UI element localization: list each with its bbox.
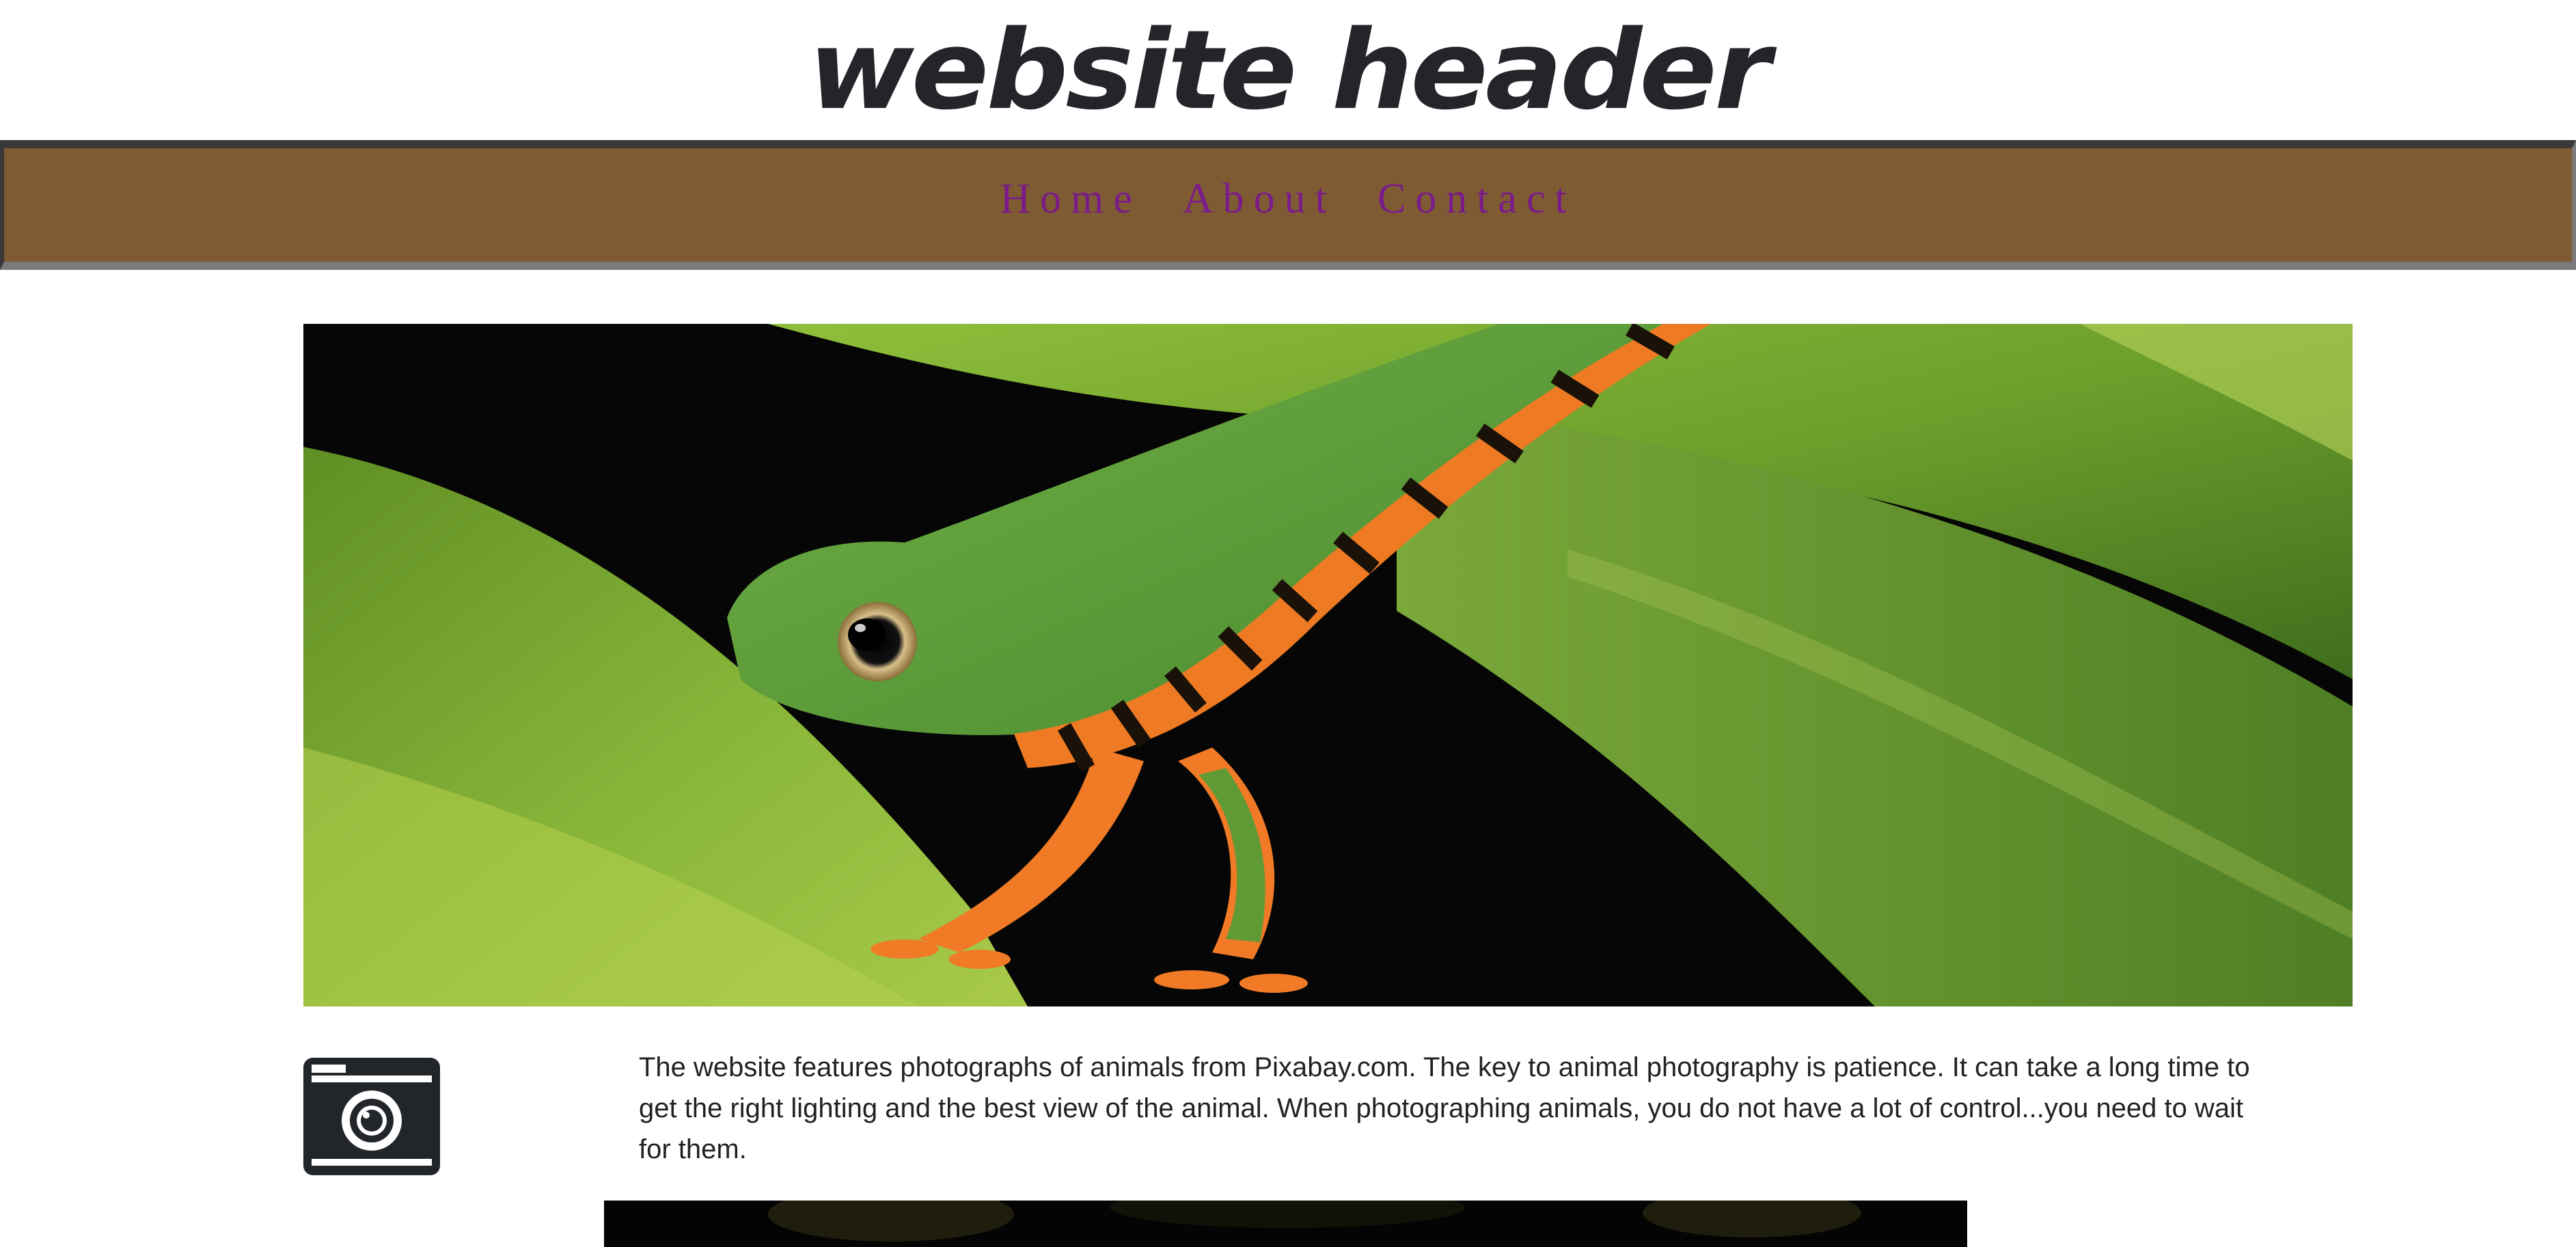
camera-icon [303, 1058, 440, 1175]
site-header: website header [0, 0, 2576, 140]
hero-image [303, 324, 2353, 1006]
tree-frog-photo [303, 324, 2353, 1006]
page: website header Home About Contact The we… [0, 0, 2576, 1247]
nav-link-contact[interactable]: Contact [1378, 175, 1576, 223]
site-title: website header [808, 5, 1771, 134]
second-image [604, 1201, 1967, 1247]
nav-bar: Home About Contact [0, 140, 2576, 270]
nav-link-about[interactable]: About [1183, 175, 1337, 223]
intro-text: The website features photographs of anim… [639, 1052, 2250, 1164]
animal-photo [604, 1201, 1967, 1247]
nav-link-home[interactable]: Home [1000, 175, 1142, 223]
